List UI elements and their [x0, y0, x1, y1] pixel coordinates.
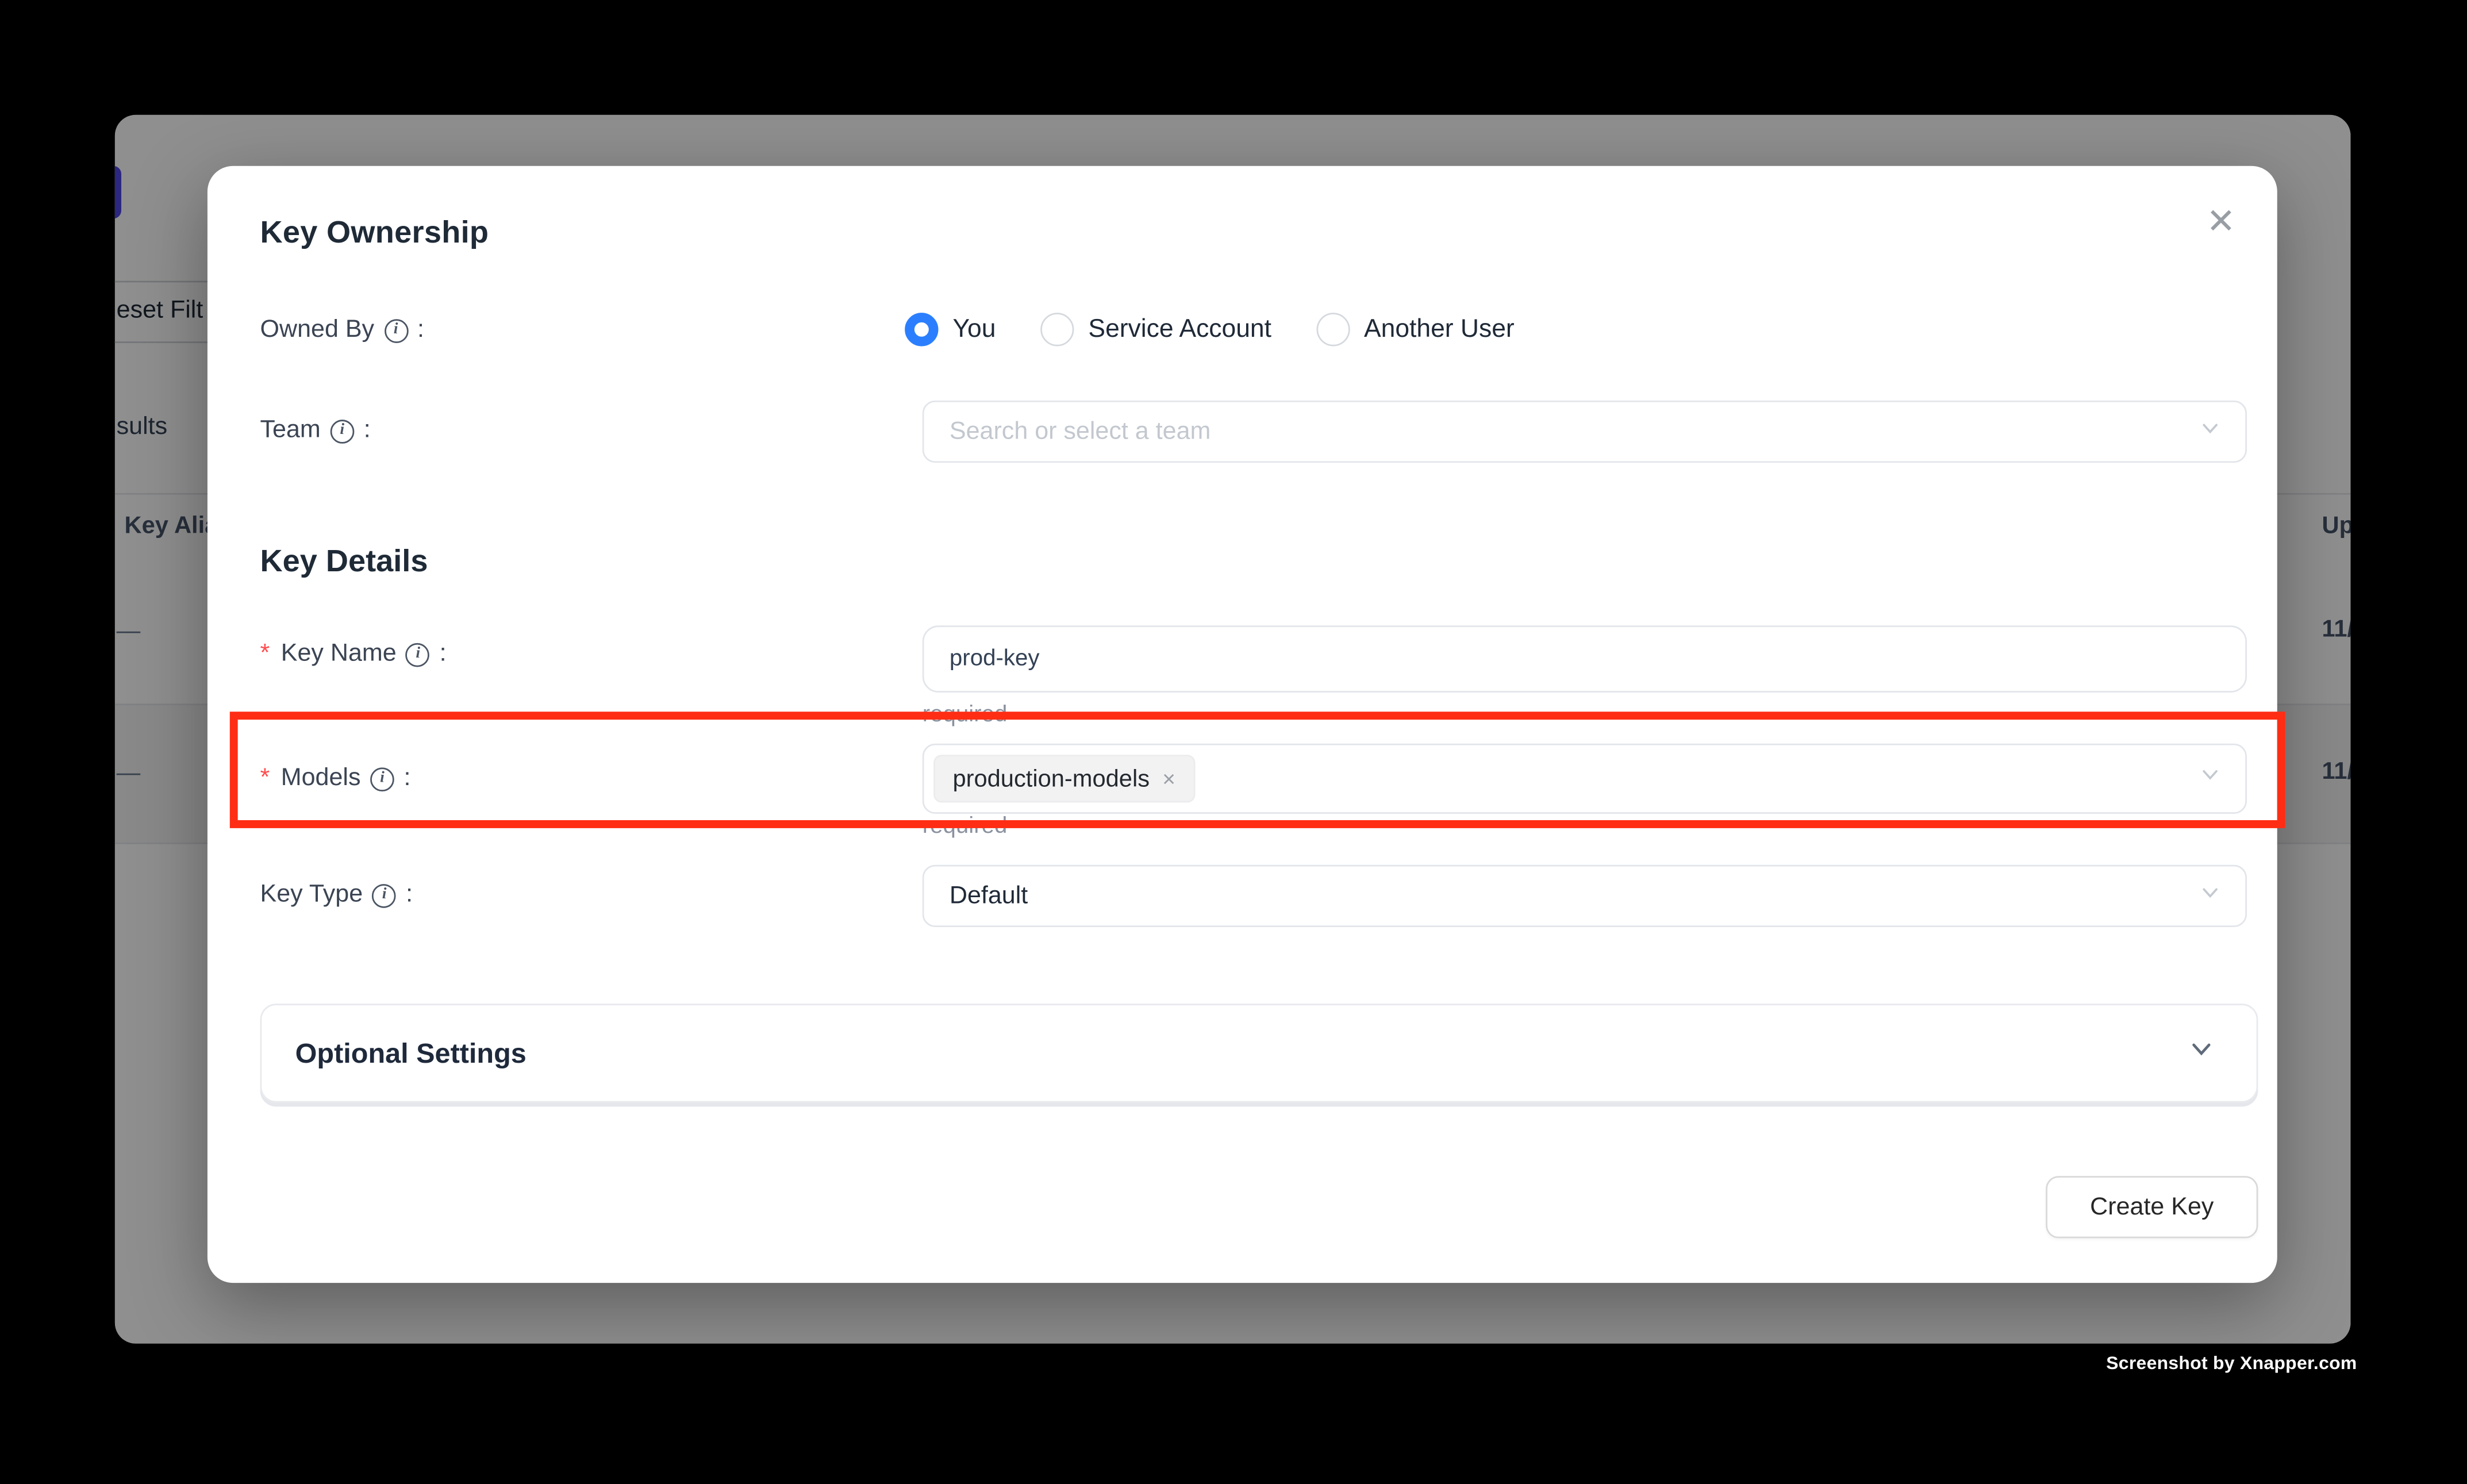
team-select[interactable]: Search or select a team: [923, 401, 2247, 463]
create-key-button[interactable]: Create Key: [2046, 1176, 2258, 1238]
key-name-label: * Key Name :: [260, 640, 447, 668]
key-name-input[interactable]: [923, 625, 2247, 693]
team-select-placeholder: Search or select a team: [924, 417, 1211, 446]
label-colon: :: [440, 640, 447, 668]
modal-title: Key Ownership: [260, 216, 489, 252]
models-label-text: Models: [281, 764, 361, 793]
required-asterisk: *: [260, 640, 270, 668]
key-type-label: Key Type :: [260, 881, 413, 910]
info-icon: [372, 883, 397, 908]
key-name-label-text: Key Name: [281, 640, 397, 668]
owned-by-label-text: Owned By: [260, 316, 375, 345]
radio-unselected-icon[interactable]: [1316, 313, 1350, 346]
selected-model-tag-label: production-models: [952, 765, 1150, 792]
watermark-text: Screenshot by Xnapper.com: [2106, 1355, 2357, 1374]
selected-model-tag: production-models ×: [933, 755, 1194, 802]
chevron-down-icon: [2188, 1036, 2215, 1071]
info-icon: [330, 419, 354, 443]
owned-by-label: Owned By :: [260, 316, 424, 345]
chevron-down-icon: [2199, 763, 2222, 794]
tag-remove-icon[interactable]: ×: [1162, 767, 1175, 790]
radio-option-label: You: [952, 315, 996, 344]
label-colon: :: [417, 316, 424, 345]
key-type-label-text: Key Type: [260, 881, 363, 910]
radio-option-another-user[interactable]: Another User: [1316, 313, 1515, 346]
label-colon: :: [406, 881, 413, 910]
key-details-section-title: Key Details: [260, 544, 428, 581]
create-key-button-label: Create Key: [2090, 1193, 2214, 1221]
info-icon: [406, 642, 430, 666]
radio-unselected-icon[interactable]: [1040, 313, 1074, 346]
screenshot-stage: eset Filt sults Key Alia Up — 11/ — 11/ …: [0, 0, 2467, 1484]
close-icon[interactable]: ✕: [2197, 195, 2246, 249]
radio-option-label: Another User: [1364, 315, 1515, 344]
info-icon: [384, 318, 408, 343]
required-asterisk: *: [260, 764, 270, 793]
models-label: * Models :: [260, 764, 411, 793]
optional-settings-toggle[interactable]: Optional Settings: [260, 1004, 2258, 1102]
key-type-selected-value: Default: [924, 882, 1028, 910]
team-label-text: Team: [260, 417, 321, 445]
models-select[interactable]: production-models ×: [923, 744, 2247, 814]
radio-option-service-account[interactable]: Service Account: [1040, 313, 1271, 346]
label-colon: :: [364, 417, 371, 445]
radio-option-label: Service Account: [1088, 315, 1271, 344]
info-icon: [370, 767, 394, 791]
label-colon: :: [404, 764, 410, 793]
owned-by-radio-group: You Service Account Another User: [905, 313, 1515, 346]
optional-settings-label: Optional Settings: [295, 1036, 527, 1070]
team-label: Team :: [260, 417, 371, 445]
radio-selected-icon[interactable]: [905, 313, 938, 346]
key-name-required-message: required: [923, 702, 1008, 728]
chevron-down-icon: [2199, 417, 2222, 447]
chevron-down-icon: [2199, 881, 2222, 912]
create-key-modal: Key Ownership ✕ Owned By : You Service A…: [207, 166, 2277, 1283]
models-required-message: required: [923, 814, 1008, 839]
radio-option-you[interactable]: You: [905, 313, 996, 346]
key-type-select[interactable]: Default: [923, 865, 2247, 927]
